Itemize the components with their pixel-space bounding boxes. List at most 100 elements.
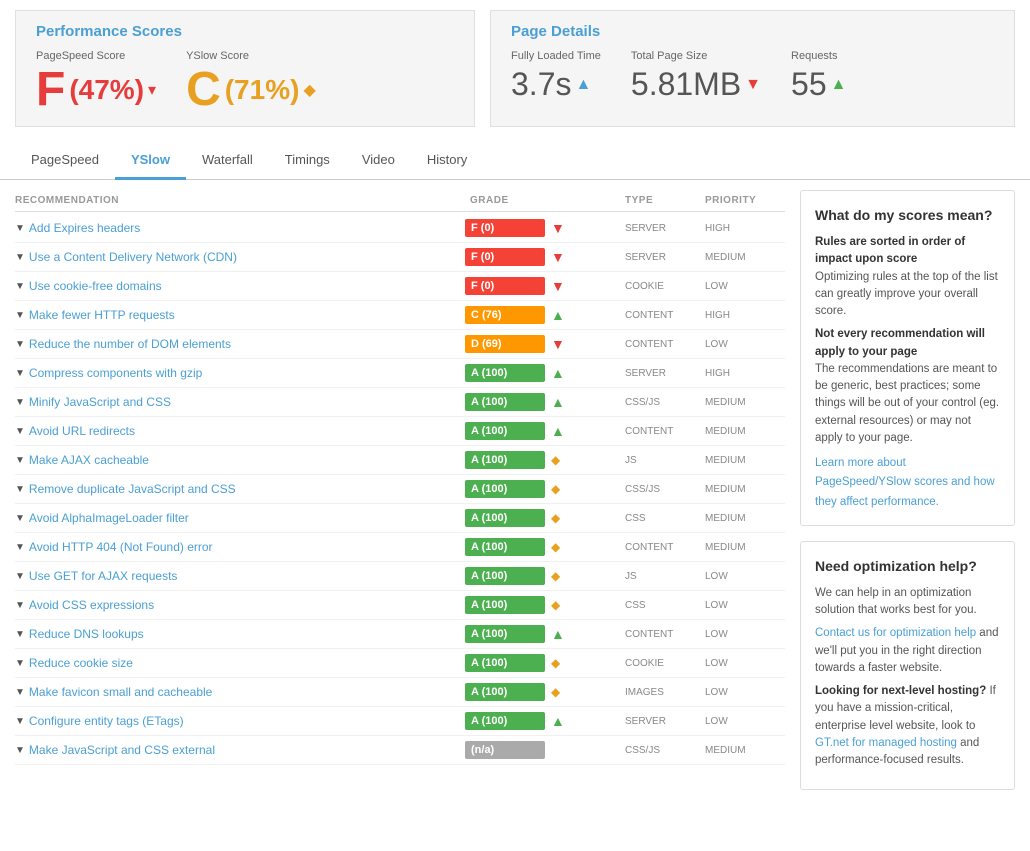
rec-link[interactable]: Remove duplicate JavaScript and CSS: [29, 482, 236, 496]
priority-cell: MEDIUM: [705, 745, 785, 756]
rec-link[interactable]: Reduce cookie size: [29, 656, 133, 670]
tab-timings[interactable]: Timings: [269, 142, 346, 180]
rec-name-cell: ▼ Reduce cookie size: [15, 656, 465, 670]
rec-link[interactable]: Add Expires headers: [29, 221, 140, 235]
rec-name-cell: ▼ Make JavaScript and CSS external: [15, 743, 465, 757]
table-row: ▼ Make JavaScript and CSS external (n/a)…: [15, 736, 785, 765]
rec-link[interactable]: Compress components with gzip: [29, 366, 202, 380]
expand-icon[interactable]: ▼: [15, 542, 25, 553]
expand-icon[interactable]: ▼: [15, 281, 25, 292]
rec-name-cell: ▼ Configure entity tags (ETags): [15, 714, 465, 728]
rec-link[interactable]: Make fewer HTTP requests: [29, 308, 175, 322]
pagespeed-arrow-icon[interactable]: ▾: [148, 80, 156, 100]
contact-us-link[interactable]: Contact us for optimization help: [815, 627, 976, 639]
priority-cell: MEDIUM: [705, 542, 785, 553]
grade-diamond-icon: ◆: [551, 598, 560, 612]
grade-arrow-down-icon: ▼: [551, 336, 565, 352]
grade-bar: A (100): [465, 712, 545, 730]
pagespeed-value: F: [36, 66, 65, 114]
yslow-label: YSlow Score: [186, 50, 316, 62]
rec-link[interactable]: Use a Content Delivery Network (CDN): [29, 250, 237, 264]
grade-cell: A (100) ▲: [465, 625, 625, 643]
expand-icon[interactable]: ▼: [15, 658, 25, 669]
expand-icon[interactable]: ▼: [15, 484, 25, 495]
expand-icon[interactable]: ▼: [15, 310, 25, 321]
type-cell: CONTENT: [625, 629, 705, 640]
rec-name-cell: ▼ Make favicon small and cacheable: [15, 685, 465, 699]
rec-name-cell: ▼ Add Expires headers: [15, 221, 465, 235]
priority-cell: HIGH: [705, 368, 785, 379]
expand-icon[interactable]: ▼: [15, 455, 25, 466]
tab-video[interactable]: Video: [346, 142, 411, 180]
grade-bar: F (0): [465, 277, 545, 295]
expand-icon[interactable]: ▼: [15, 223, 25, 234]
rec-name-cell: ▼ Make fewer HTTP requests: [15, 308, 465, 322]
grade-diamond-icon: ◆: [551, 685, 560, 699]
requests-block: Requests 55 ▲: [791, 50, 846, 103]
th-grade: GRADE: [465, 195, 625, 206]
priority-cell: LOW: [705, 687, 785, 698]
grade-arrow-up-icon: ▲: [551, 394, 565, 410]
table-row: ▼ Avoid CSS expressions A (100) ◆ CSS LO…: [15, 591, 785, 620]
grade-cell: A (100) ◆: [465, 654, 625, 672]
rec-link[interactable]: Configure entity tags (ETags): [29, 714, 184, 728]
main-content: RECOMMENDATION GRADE TYPE PRIORITY ▼ Add…: [0, 180, 1030, 815]
expand-icon[interactable]: ▼: [15, 339, 25, 350]
tab-history[interactable]: History: [411, 142, 483, 180]
tab-yslow[interactable]: YSlow: [115, 142, 186, 180]
expand-icon[interactable]: ▼: [15, 368, 25, 379]
type-cell: SERVER: [625, 223, 705, 234]
expand-icon[interactable]: ▼: [15, 687, 25, 698]
table-row: ▼ Avoid URL redirects A (100) ▲ CONTENT …: [15, 417, 785, 446]
rec-link[interactable]: Reduce the number of DOM elements: [29, 337, 231, 351]
rec-link[interactable]: Avoid AlphaImageLoader filter: [29, 511, 189, 525]
rec-link[interactable]: Minify JavaScript and CSS: [29, 395, 171, 409]
rec-link[interactable]: Make JavaScript and CSS external: [29, 743, 215, 757]
table-row: ▼ Reduce cookie size A (100) ◆ COOKIE LO…: [15, 649, 785, 678]
rec-link[interactable]: Avoid CSS expressions: [29, 598, 154, 612]
grade-diamond-icon: ◆: [551, 482, 560, 496]
performance-scores-panel: Performance Scores PageSpeed Score F (47…: [15, 10, 475, 127]
expand-icon[interactable]: ▼: [15, 252, 25, 263]
grade-cell: F (0) ▼: [465, 248, 625, 266]
priority-cell: LOW: [705, 571, 785, 582]
expand-icon[interactable]: ▼: [15, 397, 25, 408]
rec-link[interactable]: Use GET for AJAX requests: [29, 569, 178, 583]
rec-link[interactable]: Avoid URL redirects: [29, 424, 135, 438]
scores-learn-more-link[interactable]: Learn more about PageSpeed/YSlow scores …: [815, 457, 995, 508]
yslow-arrow-icon[interactable]: ◆: [303, 80, 315, 100]
yslow-score-block: YSlow Score C (71%) ◆: [186, 50, 316, 114]
expand-icon[interactable]: ▼: [15, 716, 25, 727]
tab-waterfall[interactable]: Waterfall: [186, 142, 269, 180]
rec-link[interactable]: Avoid HTTP 404 (Not Found) error: [29, 540, 213, 554]
grade-bar: (n/a): [465, 741, 545, 759]
table-row: ▼ Remove duplicate JavaScript and CSS A …: [15, 475, 785, 504]
table-row: ▼ Make favicon small and cacheable A (10…: [15, 678, 785, 707]
grade-arrow-down-icon: ▼: [551, 278, 565, 294]
hosting-bold: Looking for next-level hosting?: [815, 685, 986, 697]
gtnet-link[interactable]: GT.net for managed hosting: [815, 737, 957, 749]
table-row: ▼ Compress components with gzip A (100) …: [15, 359, 785, 388]
table-row: ▼ Avoid HTTP 404 (Not Found) error A (10…: [15, 533, 785, 562]
rec-link[interactable]: Make AJAX cacheable: [29, 453, 149, 467]
expand-icon[interactable]: ▼: [15, 426, 25, 437]
rec-link[interactable]: Make favicon small and cacheable: [29, 685, 212, 699]
tab-pagespeed[interactable]: PageSpeed: [15, 142, 115, 180]
expand-icon[interactable]: ▼: [15, 745, 25, 756]
expand-icon[interactable]: ▼: [15, 629, 25, 640]
priority-cell: MEDIUM: [705, 397, 785, 408]
type-cell: SERVER: [625, 252, 705, 263]
requests-label: Requests: [791, 50, 846, 62]
rec-link[interactable]: Use cookie-free domains: [29, 279, 162, 293]
type-cell: CONTENT: [625, 339, 705, 350]
grade-cell: A (100) ◆: [465, 567, 625, 585]
table-header-row: RECOMMENDATION GRADE TYPE PRIORITY: [15, 190, 785, 212]
rec-name-cell: ▼ Remove duplicate JavaScript and CSS: [15, 482, 465, 496]
priority-cell: LOW: [705, 281, 785, 292]
expand-icon[interactable]: ▼: [15, 571, 25, 582]
expand-icon[interactable]: ▼: [15, 513, 25, 524]
rec-name-cell: ▼ Use GET for AJAX requests: [15, 569, 465, 583]
expand-icon[interactable]: ▼: [15, 600, 25, 611]
size-label: Total Page Size: [631, 50, 761, 62]
rec-link[interactable]: Reduce DNS lookups: [29, 627, 144, 641]
